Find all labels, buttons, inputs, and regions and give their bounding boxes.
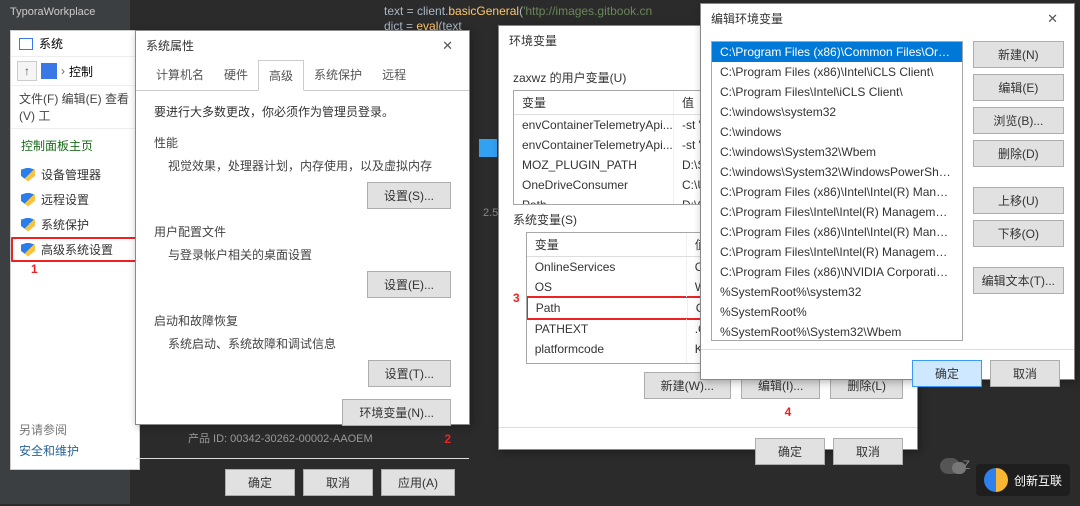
monitor-icon (19, 38, 33, 50)
cp-list: 设备管理器 远程设置 系统保护 高级系统设置 (11, 162, 139, 262)
explorer-menu[interactable]: 文件(F) 编辑(E) 查看(V) 工 (11, 86, 139, 129)
edit-env-dialog: 编辑环境变量 ✕ C:\Program Files (x86)\Common Fi… (700, 3, 1075, 380)
crumb-label[interactable]: 控制 (69, 63, 93, 80)
product-id: 产品 ID: 00342-30262-00002-AAOEM (188, 430, 373, 446)
tab-computer-name[interactable]: 计算机名 (146, 60, 214, 90)
list-item[interactable]: C:\Program Files (x86)\Intel\Intel(R) Ma… (712, 182, 962, 202)
grp-performance: 性能 (154, 134, 451, 151)
see-also-label: 另请参阅 (19, 421, 79, 438)
cp-item-device-manager[interactable]: 设备管理器 (11, 162, 139, 187)
list-item[interactable]: C:\Program Files (x86)\NVIDIA Corporatio… (712, 262, 962, 282)
pc-icon (41, 63, 57, 79)
control-panel-window: 系统 ↑ › 控制 文件(F) 编辑(E) 查看(V) 工 控制面板主页 设备管… (10, 30, 140, 470)
list-item[interactable]: %SystemRoot%\system32 (712, 282, 962, 302)
project-name: TyporaWorkplace (0, 0, 130, 24)
list-item[interactable]: C:\Program Files\Intel\Intel(R) Manageme… (712, 242, 962, 262)
env-vars-button[interactable]: 环境变量(N)... (342, 399, 451, 426)
windows-icon (479, 139, 497, 157)
wechat-watermark: Z (940, 458, 970, 474)
grp-userprofile: 用户配置文件 (154, 223, 451, 240)
brand-logo: 创新互联 (976, 464, 1070, 496)
dialog-title: 编辑环境变量 (711, 10, 783, 27)
edit-text-button[interactable]: 编辑文本(T)... (973, 267, 1064, 294)
breadcrumb[interactable]: ↑ › 控制 (11, 57, 139, 86)
ok-button[interactable]: 确定 (225, 469, 295, 496)
annotation-4: 4 (673, 405, 903, 419)
list-item[interactable]: C:\windows\system32 (712, 102, 962, 122)
brand-icon (984, 468, 1008, 492)
shield-icon (21, 193, 35, 207)
tab-remote[interactable]: 远程 (372, 60, 416, 90)
system-properties-dialog: 系统属性 ✕ 计算机名 硬件 高级 系统保护 远程 要进行大多数更改，你必须作为管… (135, 30, 470, 425)
cp-item-remote[interactable]: 远程设置 (11, 187, 139, 212)
list-item[interactable]: C:\windows\System32\Wbem (712, 142, 962, 162)
new-button[interactable]: 新建(N) (973, 41, 1064, 68)
tab-protection[interactable]: 系统保护 (304, 60, 372, 90)
moveup-button[interactable]: 上移(U) (973, 187, 1064, 214)
sysprop-tabs: 计算机名 硬件 高级 系统保护 远程 (136, 60, 469, 91)
cp-item-advanced[interactable]: 高级系统设置 (11, 237, 139, 262)
shield-icon (21, 243, 35, 257)
cancel-button[interactable]: 取消 (833, 438, 903, 465)
movedown-button[interactable]: 下移(O) (973, 220, 1064, 247)
dialog-title: 系统属性 (146, 37, 194, 54)
list-item[interactable]: C:\windows (712, 122, 962, 142)
chevron-right-icon: › (61, 64, 65, 78)
edit-button[interactable]: 编辑(E) (973, 74, 1064, 101)
ok-button[interactable]: 确定 (912, 360, 982, 387)
apply-button[interactable]: 应用(A) (381, 469, 455, 496)
list-item[interactable]: %SystemRoot% (712, 302, 962, 322)
list-item[interactable]: C:\Program Files\Intel\Intel(R) Manageme… (712, 202, 962, 222)
ok-button[interactable]: 确定 (755, 438, 825, 465)
shield-icon (21, 168, 35, 182)
admin-hint: 要进行大多数更改，你必须作为管理员登录。 (154, 103, 451, 126)
annotation-1: 1 (11, 262, 139, 276)
tab-hardware[interactable]: 硬件 (214, 60, 258, 90)
cancel-button[interactable]: 取消 (990, 360, 1060, 387)
list-item[interactable]: C:\Program Files\Intel\iCLS Client\ (712, 82, 962, 102)
annotation-3: 3 (513, 291, 520, 305)
up-button[interactable]: ↑ (17, 61, 37, 81)
security-maint-link[interactable]: 安全和维护 (19, 438, 79, 459)
explorer-title: 系统 (11, 31, 139, 57)
wechat-icon (940, 458, 960, 474)
grp-startup: 启动和故障恢复 (154, 312, 451, 329)
tab-advanced[interactable]: 高级 (258, 60, 304, 91)
control-panel-home[interactable]: 控制面板主页 (11, 129, 139, 162)
profile-settings-button[interactable]: 设置(E)... (367, 271, 451, 298)
path-list[interactable]: C:\Program Files (x86)\Common Files\Orac… (711, 41, 963, 341)
shield-icon (21, 218, 35, 232)
cp-item-protection[interactable]: 系统保护 (11, 212, 139, 237)
close-icon[interactable]: ✕ (436, 38, 459, 54)
list-item[interactable]: %SystemRoot%\System32\Wbem (712, 322, 962, 341)
close-icon[interactable]: ✕ (1041, 11, 1064, 27)
cancel-button[interactable]: 取消 (303, 469, 373, 496)
list-item[interactable]: C:\windows\System32\WindowsPowerShell\v1… (712, 162, 962, 182)
list-item[interactable]: C:\Program Files (x86)\Intel\Intel(R) Ma… (712, 222, 962, 242)
list-item[interactable]: C:\Program Files (x86)\Common Files\Orac… (712, 42, 962, 62)
delete-button[interactable]: 删除(D) (973, 140, 1064, 167)
browse-button[interactable]: 浏览(B)... (973, 107, 1064, 134)
dialog-title: 环境变量 (509, 32, 557, 49)
startup-settings-button[interactable]: 设置(T)... (368, 360, 451, 387)
perf-settings-button[interactable]: 设置(S)... (367, 182, 451, 209)
list-item[interactable]: C:\Program Files (x86)\Intel\iCLS Client… (712, 62, 962, 82)
